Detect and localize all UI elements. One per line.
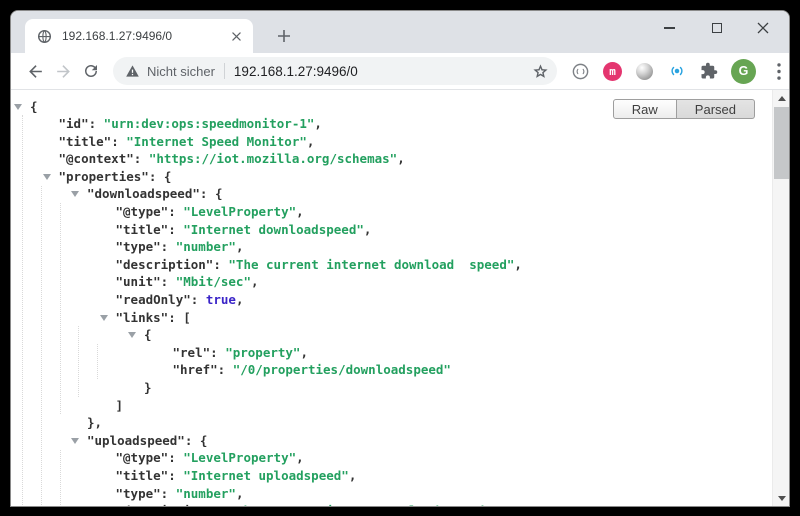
- scroll-down-arrow-icon: [778, 496, 786, 501]
- extensions-puzzle-icon[interactable]: [699, 62, 718, 81]
- extension-sphere-icon[interactable]: [635, 62, 654, 81]
- address-bar[interactable]: Nicht sicher 192.168.1.27:9496/0: [113, 57, 557, 85]
- scroll-down-button[interactable]: [773, 490, 789, 506]
- collapse-arrow-icon[interactable]: [43, 174, 51, 180]
- collapse-arrow-icon[interactable]: [128, 332, 136, 338]
- security-label: Nicht sicher: [147, 64, 215, 79]
- json-row: "href": "/0/properties/downloadspeed": [11, 361, 772, 379]
- menu-kebab-icon[interactable]: [769, 62, 788, 81]
- json-row: "uploadspeed": {: [11, 432, 772, 450]
- json-row: "properties": {: [11, 168, 772, 186]
- not-secure-warning-icon[interactable]: [125, 64, 140, 78]
- minimize-icon: [664, 27, 675, 29]
- json-viewer: {"id": "urn:dev:ops:speedmonitor-1","tit…: [11, 90, 772, 506]
- close-icon: [757, 22, 769, 34]
- window-close-button[interactable]: [747, 17, 779, 39]
- collapse-arrow-icon[interactable]: [71, 438, 79, 444]
- collapse-arrow-icon[interactable]: [71, 191, 79, 197]
- browser-tab[interactable]: 192.168.1.27:9496/0: [25, 19, 253, 53]
- avatar-initial: G: [739, 64, 749, 78]
- json-row: "@type": "LevelProperty",: [11, 449, 772, 467]
- forward-button[interactable]: [49, 57, 77, 85]
- raw-button[interactable]: Raw: [613, 99, 677, 119]
- tab-close-icon[interactable]: [227, 27, 245, 45]
- back-button[interactable]: [21, 57, 49, 85]
- window-minimize-button[interactable]: [653, 17, 685, 39]
- json-row: {: [11, 326, 772, 344]
- collapse-arrow-icon[interactable]: [100, 315, 108, 321]
- json-row: },: [11, 414, 772, 432]
- json-row: "title": "Internet downloadspeed",: [11, 221, 772, 239]
- json-row: ]: [11, 397, 772, 415]
- json-row: "links": [: [11, 309, 772, 327]
- json-row: "rel": "property",: [11, 344, 772, 362]
- scrollbar-thumb[interactable]: [774, 107, 789, 179]
- json-row: "unit": "Mbit/sec",: [11, 273, 772, 291]
- reload-icon: [82, 62, 100, 80]
- json-row: "type": "number",: [11, 485, 772, 503]
- vertical-scrollbar[interactable]: [772, 90, 789, 506]
- forward-arrow-icon: [54, 62, 73, 81]
- back-arrow-icon: [26, 62, 45, 81]
- bookmark-star-icon[interactable]: [532, 63, 549, 80]
- json-row: "downloadspeed": {: [11, 185, 772, 203]
- browser-window: 192.168.1.27:9496/0: [10, 10, 790, 507]
- tab-title: 192.168.1.27:9496/0: [62, 29, 227, 43]
- json-row: "@context": "https://iot.mozilla.org/sch…: [11, 150, 772, 168]
- scroll-up-arrow-icon: [778, 96, 786, 101]
- json-row: "readOnly": true,: [11, 291, 772, 309]
- browser-toolbar: Nicht sicher 192.168.1.27:9496/0 m: [11, 53, 789, 90]
- url-text[interactable]: 192.168.1.27:9496/0: [234, 64, 532, 79]
- extensions-row: m G: [571, 59, 788, 84]
- extension-m-letter: m: [609, 65, 616, 78]
- maximize-icon: [712, 23, 722, 33]
- parsed-button[interactable]: Parsed: [677, 99, 755, 119]
- tab-strip: 192.168.1.27:9496/0: [11, 11, 789, 53]
- json-row: "@type": "LevelProperty",: [11, 203, 772, 221]
- reload-button[interactable]: [77, 57, 105, 85]
- extension-signal-icon[interactable]: [667, 62, 686, 81]
- extension-circle-icon[interactable]: [571, 62, 590, 81]
- profile-avatar[interactable]: G: [731, 59, 756, 84]
- json-rows: {"id": "urn:dev:ops:speedmonitor-1","tit…: [11, 90, 772, 506]
- omnibox-divider: [224, 63, 225, 79]
- json-row: "description": "The current internet upl…: [11, 502, 772, 506]
- json-row: "title": "Internet Speed Monitor",: [11, 133, 772, 151]
- json-row: "type": "number",: [11, 238, 772, 256]
- json-row: }: [11, 379, 772, 397]
- window-maximize-button[interactable]: [701, 17, 733, 39]
- globe-icon: [37, 29, 52, 44]
- collapse-arrow-icon[interactable]: [14, 104, 22, 110]
- json-row: "title": "Internet uploadspeed",: [11, 467, 772, 485]
- scroll-up-button[interactable]: [773, 90, 789, 106]
- json-row: "description": "The current internet dow…: [11, 256, 772, 274]
- extension-m-icon[interactable]: m: [603, 62, 622, 81]
- new-tab-button[interactable]: [271, 23, 297, 49]
- page-content: Raw Parsed {"id": "urn:dev:ops:speedmoni…: [11, 90, 789, 506]
- view-toggle: Raw Parsed: [613, 99, 755, 119]
